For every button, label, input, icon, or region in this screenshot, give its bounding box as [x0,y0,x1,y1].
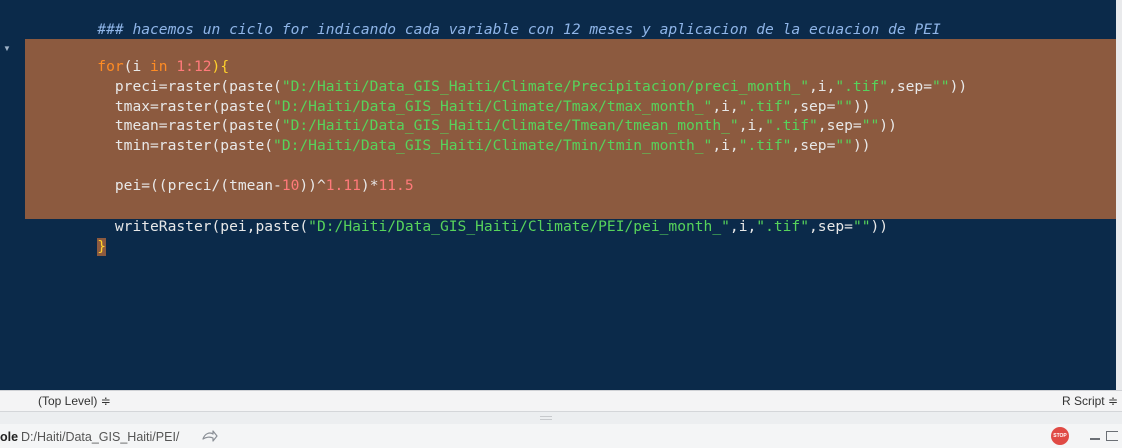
preci-sep-label: ,sep= [888,78,932,95]
minimize-icon[interactable] [1090,438,1100,440]
console-tab-title[interactable]: ole [0,430,18,444]
tmin-path: "D:/Haiti/Data_GIS_Haiti/Climate/Tmin/tm… [273,137,713,154]
preci-sep-val: "" [932,78,950,95]
console-header: ole D:/Haiti/Data_GIS_Haiti/PEI/ STOP [0,424,1122,448]
tmin-mid: ,i, [712,137,739,154]
tmean-close: )) [879,117,897,134]
tmin-ext: ".tif" [738,137,792,154]
write-close: )) [870,218,889,235]
pei-num-exponent: 1.11 [325,177,361,194]
code-area[interactable]: ### hacemos un ciclo for indicando cada … [0,0,1116,357]
write-mid: ,i, [729,218,757,235]
pei-num-factor: 11.5 [378,177,414,194]
editor-scrollbar[interactable] [1116,0,1122,390]
tmin-close: )) [852,137,871,154]
code-line-close: } [27,220,107,256]
splitter-grip-icon[interactable] [540,416,552,420]
stop-icon-label: STOP [1053,433,1067,439]
file-type-selector[interactable]: R Script ≑ [1062,394,1118,409]
maximize-icon[interactable] [1106,431,1118,441]
code-line-tmean: tmean=raster(paste("D:/Haiti/Data_GIS_Ha… [27,99,897,134]
go-to-directory-icon[interactable] [202,429,218,443]
tmin-sep-label: ,sep= [791,137,836,154]
code-line-comment: ### hacemos un ciclo for indicando cada … [27,3,940,38]
editor-status-bar: (Top Level) ≑ R Script ≑ [0,390,1122,412]
write-sep-label: ,sep= [809,218,853,235]
write-sep-val: "" [852,218,871,235]
stop-icon[interactable]: STOP [1051,427,1069,445]
code-line-tmax: tmax=raster(paste("D:/Haiti/Data_GIS_Hai… [27,80,871,115]
pane-splitter[interactable] [0,412,1122,424]
pei-part3: )* [360,177,379,194]
code-line-pei: pei=((preci/(tmean-10))^1.11)*11.5 [27,159,414,194]
console-working-dir: D:/Haiti/Data_GIS_Haiti/PEI/ [21,430,180,444]
scope-selector[interactable]: (Top Level) ≑ [38,394,111,409]
code-line-tmin: tmin=raster(paste("D:/Haiti/Data_GIS_Hai… [27,119,871,154]
code-line-for: for(i in 1:12){ [27,40,229,75]
write-ext: ".tif" [756,218,809,235]
tmin-sep-val: "" [835,137,853,154]
write-path: "D:/Haiti/Data_GIS_Haiti/Climate/PEI/pei… [308,218,730,235]
code-line-preci: preci=raster(paste("D:/Haiti/Data_GIS_Ha… [27,60,967,95]
preci-close: )) [949,78,968,95]
rstudio-window: ▼ ### hacemos un ciclo for indicando cad… [0,0,1122,448]
pei-num-10: 10 [281,177,300,194]
pei-part1: pei=((preci/(tmean- [114,177,282,194]
pei-part2: ))^ [299,177,326,194]
tmin-prefix: tmin=raster(paste( [114,137,274,154]
comment-text: ### hacemos un ciclo for indicando cada … [97,21,941,38]
closing-brace: } [97,238,107,256]
source-editor[interactable]: ▼ ### hacemos un ciclo for indicando cad… [0,0,1122,390]
code-line-write: writeRaster(pei,paste("D:/Haiti/Data_GIS… [27,200,888,235]
write-prefix: writeRaster(pei,paste( [114,218,309,235]
